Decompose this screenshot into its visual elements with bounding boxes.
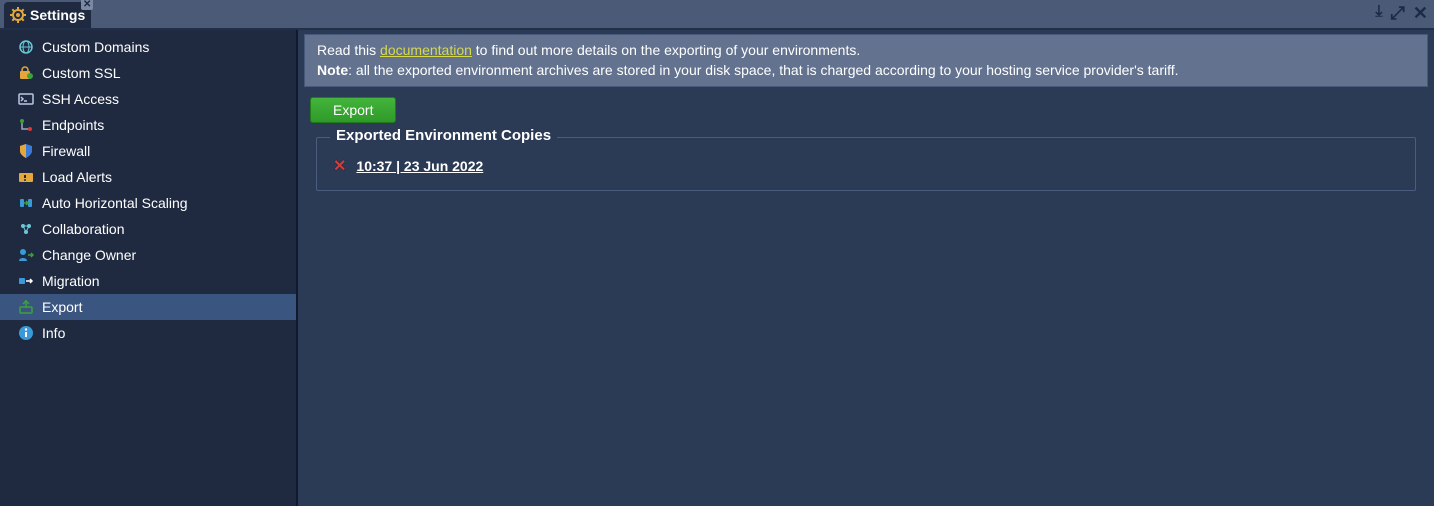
download-icon[interactable]: ⤓: [1375, 4, 1382, 22]
sidebar-item-label: Auto Horizontal Scaling: [42, 195, 188, 211]
migrate-icon: [18, 273, 34, 289]
shield-icon: [18, 143, 34, 159]
sidebar-item-label: Change Owner: [42, 247, 136, 263]
tab-close-icon[interactable]: ✕: [81, 0, 93, 10]
banner-pre: Read this: [317, 42, 380, 58]
section-title: Exported Environment Copies: [330, 127, 557, 144]
tab-title: Settings: [30, 7, 85, 23]
sidebar-item-custom-ssl[interactable]: Custom SSL: [0, 60, 296, 86]
banner-note-text: : all the exported environment archives …: [348, 62, 1178, 78]
endpoint-icon: [18, 117, 34, 133]
sidebar-item-custom-domains[interactable]: Custom Domains: [0, 34, 296, 60]
sidebar-item-label: Export: [42, 299, 82, 315]
globe-icon: [18, 39, 34, 55]
maximize-icon[interactable]: ⤢: [1391, 4, 1405, 22]
sidebar-item-label: Migration: [42, 273, 100, 289]
documentation-link[interactable]: documentation: [380, 42, 472, 58]
sidebar-item-migration[interactable]: Migration: [0, 268, 296, 294]
sidebar-item-collaboration[interactable]: Collaboration: [0, 216, 296, 242]
exported-copy-row: ✕ 10:37 | 23 Jun 2022: [329, 154, 1403, 178]
sidebar-item-label: Firewall: [42, 143, 90, 159]
sidebar-item-label: SSH Access: [42, 91, 119, 107]
sidebar-item-label: Load Alerts: [42, 169, 112, 185]
main-panel: Read this documentation to find out more…: [298, 30, 1434, 506]
exported-copy-link[interactable]: 10:37 | 23 Jun 2022: [356, 158, 483, 174]
banner-note-label: Note: [317, 62, 348, 78]
sidebar-item-info[interactable]: Info: [0, 320, 296, 346]
exported-copies-section: ✕ 10:37 | 23 Jun 2022: [316, 137, 1416, 191]
close-icon[interactable]: ✕: [1413, 4, 1428, 22]
sidebar: Custom Domains Custom SSL SSH Access Endpoi…: [0, 30, 298, 506]
lock-icon: [18, 65, 34, 81]
info-banner: Read this documentation to find out more…: [304, 34, 1428, 87]
sidebar-item-change-owner[interactable]: Change Owner: [0, 242, 296, 268]
sidebar-item-label: Info: [42, 325, 65, 341]
export-icon: [18, 299, 34, 315]
sidebar-item-label: Collaboration: [42, 221, 125, 237]
sidebar-item-label: Endpoints: [42, 117, 104, 133]
owner-icon: [18, 247, 34, 263]
sidebar-item-label: Custom SSL: [42, 65, 121, 81]
delete-copy-icon[interactable]: ✕: [333, 156, 346, 176]
sidebar-item-ssh-access[interactable]: SSH Access: [0, 86, 296, 112]
sidebar-item-auto-horizontal-scaling[interactable]: Auto Horizontal Scaling: [0, 190, 296, 216]
sidebar-item-label: Custom Domains: [42, 39, 149, 55]
info-icon: [18, 325, 34, 341]
export-button[interactable]: Export: [310, 97, 396, 123]
sidebar-item-endpoints[interactable]: Endpoints: [0, 112, 296, 138]
sidebar-item-load-alerts[interactable]: Load Alerts: [0, 164, 296, 190]
banner-post: to find out more details on the exportin…: [472, 42, 860, 58]
sidebar-item-export[interactable]: Export: [0, 294, 296, 320]
sidebar-item-firewall[interactable]: Firewall: [0, 138, 296, 164]
alert-icon: [18, 169, 34, 185]
terminal-icon: [18, 91, 34, 107]
collab-icon: [18, 221, 34, 237]
gear-icon: [10, 7, 26, 23]
scale-icon: [18, 195, 34, 211]
tab-settings[interactable]: Settings ✕: [4, 2, 91, 28]
